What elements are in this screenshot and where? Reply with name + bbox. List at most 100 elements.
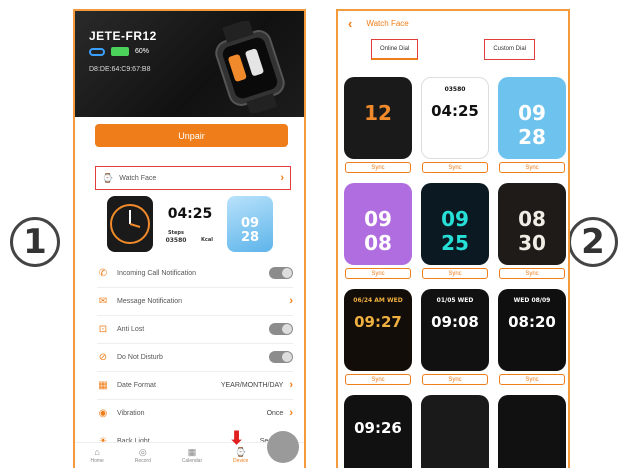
battery-percent: 60%: [135, 48, 150, 55]
step-2-marker: 2: [568, 217, 618, 267]
tab-online-dial[interactable]: Online Dial: [370, 39, 419, 60]
watch-face-thumbnail[interactable]: 09:26: [344, 395, 412, 468]
tab-home[interactable]: ⌂ Home: [90, 447, 103, 464]
incoming-call-row[interactable]: ✆ Incoming Call Notification: [97, 261, 293, 285]
watch-face-item[interactable]: 09 08 Sync: [344, 183, 412, 279]
sync-button[interactable]: Sync: [422, 268, 488, 279]
tab-label: Calendar: [181, 458, 203, 464]
watch-face-item[interactable]: 08 30 Sync: [498, 183, 566, 279]
unpair-button[interactable]: Unpair: [95, 124, 288, 147]
watch-face-thumbnail[interactable]: [421, 395, 489, 468]
watch-face-label: Watch Face: [119, 174, 157, 182]
calendar-tab-icon: ▦: [187, 447, 197, 457]
page-title: Watch Face: [366, 18, 409, 28]
watch-face-item[interactable]: [421, 395, 489, 468]
row-label: Anti Lost: [117, 325, 145, 333]
watch-face-thumbnail[interactable]: [498, 395, 566, 468]
preview-face-3[interactable]: 09 28: [227, 196, 273, 252]
tab-record[interactable]: ◎ Record: [135, 447, 151, 464]
watch-face-item[interactable]: 09 25 Sync: [421, 183, 489, 279]
tab-label: Home: [90, 458, 104, 464]
sync-button[interactable]: Sync: [499, 268, 565, 279]
device-settings-screen: JETE-FR12 60% D8:DE:64:C9:67:B8 Unpair ⌚…: [73, 9, 306, 468]
tab-device[interactable]: ⌚ Device: [233, 447, 248, 464]
dial-tabs: Online Dial Custom Dial: [338, 39, 568, 60]
sync-button[interactable]: Sync: [422, 374, 488, 385]
watch-face-thumbnail[interactable]: 04:25 03580: [421, 77, 489, 159]
floating-assist-button[interactable]: [267, 431, 299, 463]
vibration-row[interactable]: ◉ Vibration Once ›: [97, 401, 293, 425]
watch-face-grid: 12 Sync 04:25 03580 Sync 09 28 Sync 09 08 Sync 09 25…: [344, 77, 566, 468]
tab-label: Record: [134, 458, 151, 464]
face-secondary-text: 25: [441, 231, 469, 255]
watch-face-item[interactable]: 12 Sync: [344, 77, 412, 173]
face-secondary-text: WED 08/09: [513, 297, 551, 304]
watch-face-item[interactable]: 09:08 01/05 WED Sync: [421, 289, 489, 385]
watch-face-thumbnail[interactable]: 09:27 06/24 AM WED: [344, 289, 412, 371]
watch-face-thumbnail[interactable]: 12: [344, 77, 412, 159]
message-notification-row[interactable]: ✉ Message Notification ›: [97, 289, 293, 313]
face-secondary-text: 28: [518, 125, 546, 149]
watch-face-item[interactable]: [498, 395, 566, 468]
phone-icon: ✆: [98, 267, 108, 279]
sync-button[interactable]: Sync: [345, 162, 411, 173]
watch-face-item[interactable]: 04:25 03580 Sync: [421, 77, 489, 173]
anti-lost-icon: ⊡: [98, 323, 108, 335]
face-primary-text: 09:26: [354, 419, 402, 437]
device-header: JETE-FR12 60% D8:DE:64:C9:67:B8: [75, 11, 304, 117]
device-name: JETE-FR12: [89, 29, 157, 43]
calendar-icon: ▦: [98, 379, 108, 391]
watch-face-thumbnail[interactable]: 08:20 WED 08/09: [498, 289, 566, 371]
watch-face-thumbnail[interactable]: 09 28: [498, 77, 566, 159]
sync-button[interactable]: Sync: [422, 162, 488, 173]
do-not-disturb-row[interactable]: ⊘ Do Not Disturb: [97, 345, 293, 369]
watch-face-header: ‹ Watch Face: [338, 11, 568, 35]
vibration-icon: ◉: [98, 407, 108, 419]
watch-face-thumbnail[interactable]: 08 30: [498, 183, 566, 265]
watch-face-item[interactable]: 09 28 Sync: [498, 77, 566, 173]
do-not-disturb-icon: ⊘: [98, 351, 108, 363]
preview-face-2[interactable]: 04:25 Steps 03580 Kcal: [159, 196, 221, 252]
watch-face-thumbnail[interactable]: 09:08 01/05 WED: [421, 289, 489, 371]
incoming-call-toggle[interactable]: [269, 267, 293, 279]
face-secondary-text: 30: [518, 231, 546, 255]
watch-face-row[interactable]: ⌚ Watch Face ›: [95, 166, 291, 190]
watch-face-screen: ‹ Watch Face Online Dial Custom Dial 12 S…: [336, 9, 570, 468]
analog-face-icon: [110, 204, 150, 244]
sync-button[interactable]: Sync: [345, 374, 411, 385]
face-primary-text: 12: [364, 101, 392, 125]
preview-steps-label: Steps: [168, 230, 184, 236]
watch-face-thumbnail[interactable]: 09 08: [344, 183, 412, 265]
watch-face-preview[interactable]: 04:25 Steps 03580 Kcal 09 28: [107, 196, 277, 254]
face-primary-text: 09: [441, 207, 469, 231]
date-format-row[interactable]: ▦ Date Format YEAR/MONTH/DAY ›: [97, 373, 293, 397]
tab-label: Device: [233, 458, 249, 464]
watch-face-item[interactable]: 08:20 WED 08/09 Sync: [498, 289, 566, 385]
do-not-disturb-toggle[interactable]: [269, 351, 293, 363]
preview-face-1[interactable]: [107, 196, 153, 252]
sync-button[interactable]: Sync: [499, 162, 565, 173]
message-icon: ✉: [98, 295, 108, 307]
tab-calendar[interactable]: ▦ Calendar: [182, 447, 202, 464]
face-primary-text: 04:25: [431, 102, 479, 120]
back-icon[interactable]: ‹: [348, 16, 352, 31]
face-primary-text: 09: [518, 101, 546, 125]
anti-lost-toggle[interactable]: [269, 323, 293, 335]
chevron-right-icon: ›: [289, 379, 293, 391]
preview-steps: 03580: [165, 237, 187, 244]
sync-button[interactable]: Sync: [499, 374, 565, 385]
record-icon: ◎: [138, 447, 147, 457]
battery-icon: [111, 47, 129, 56]
vibration-value: Once: [266, 409, 284, 417]
face-primary-text: 09:08: [431, 313, 479, 331]
watch-face-item[interactable]: 09:27 06/24 AM WED Sync: [344, 289, 412, 385]
step-1-marker: 1: [10, 217, 60, 267]
anti-lost-row[interactable]: ⊡ Anti Lost: [97, 317, 293, 341]
link-icon: [89, 47, 105, 56]
tab-custom-dial[interactable]: Custom Dial: [484, 39, 535, 60]
watch-face-thumbnail[interactable]: 09 25: [421, 183, 489, 265]
watch-face-item[interactable]: 09:26: [344, 395, 412, 468]
row-label: Date Format: [117, 381, 156, 389]
row-label: Do Not Disturb: [117, 353, 163, 361]
sync-button[interactable]: Sync: [345, 268, 411, 279]
